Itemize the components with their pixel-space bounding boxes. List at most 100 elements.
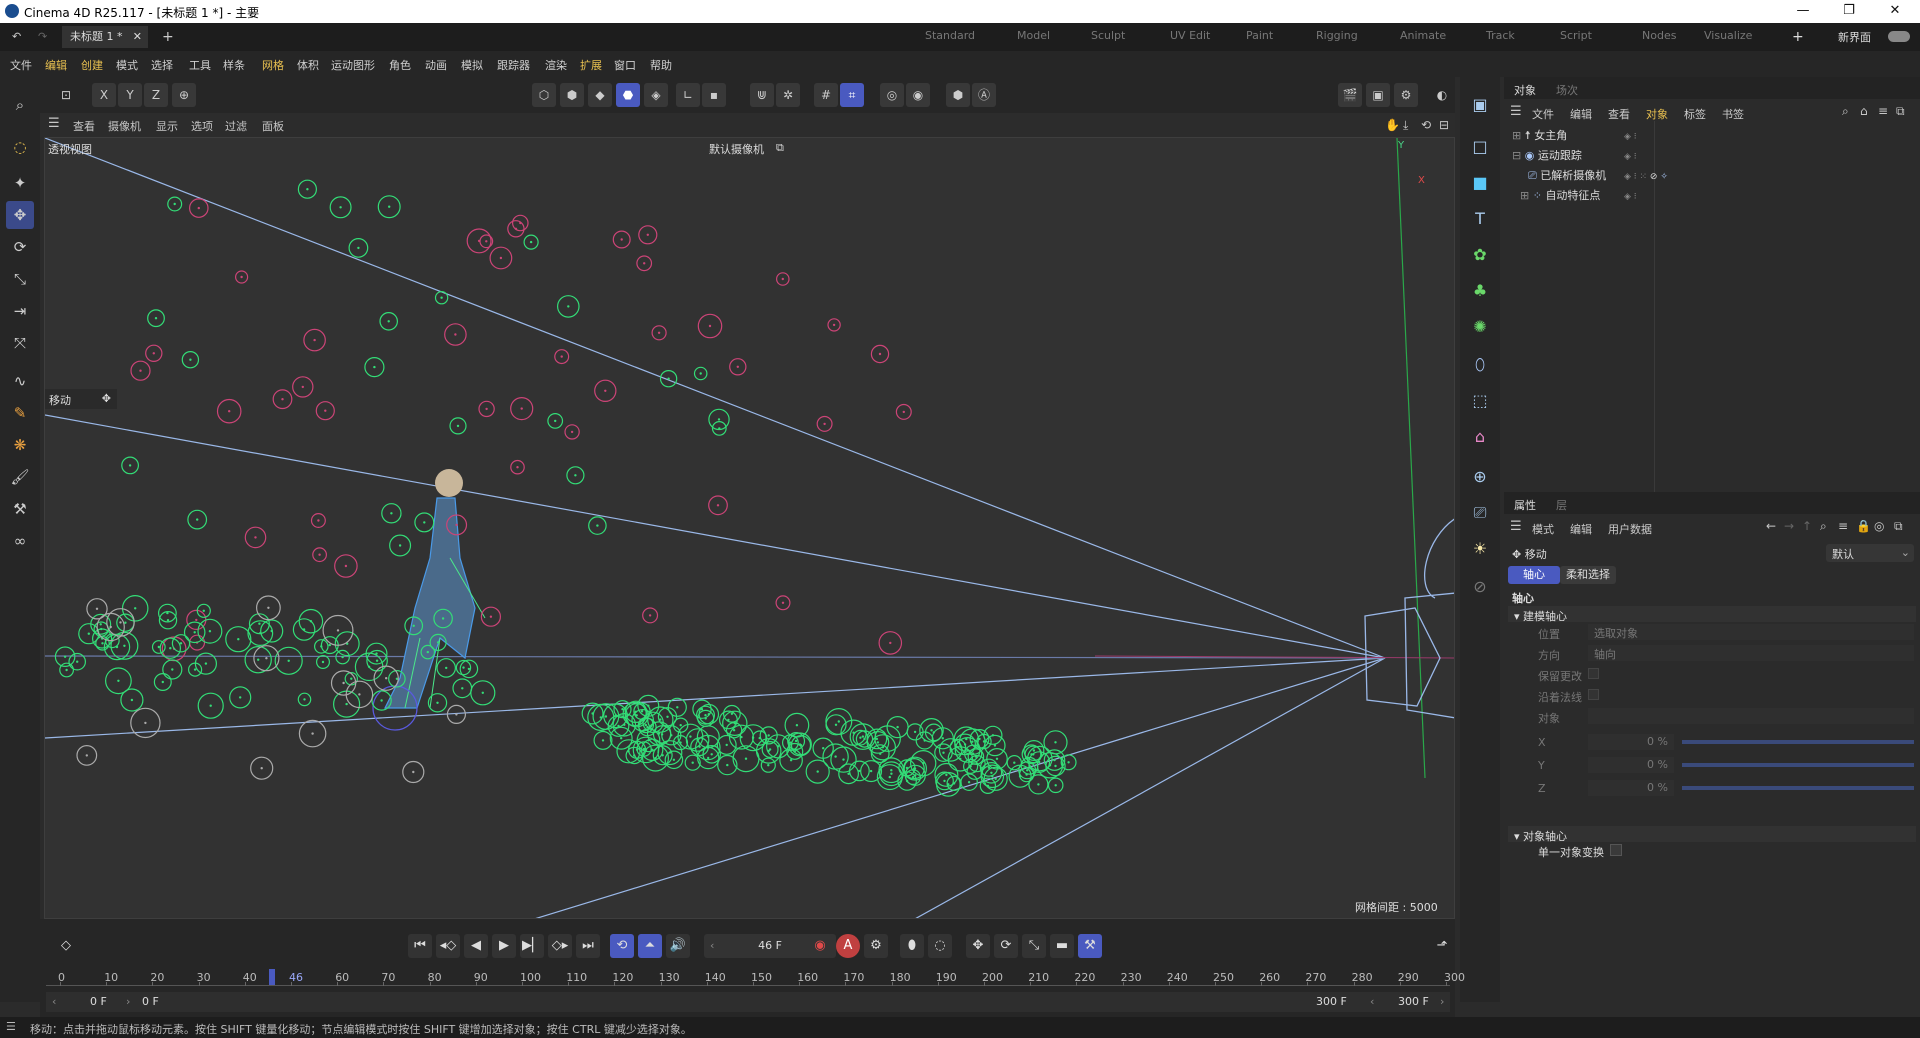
mograph-icon[interactable]: ♣	[1466, 277, 1494, 305]
tab-layers[interactable]: 层	[1556, 497, 1567, 513]
menu-item[interactable]: 动画	[425, 57, 447, 73]
field-checkbox[interactable]	[1588, 689, 1599, 700]
object-item-heroine[interactable]: ⊞ ☨ 女主角	[1512, 127, 1567, 145]
up-arrow-icon[interactable]: ↑	[1802, 519, 1812, 533]
effector-icon[interactable]: ✺	[1466, 313, 1494, 341]
maximize-view-icon[interactable]: ⊟	[1439, 118, 1449, 132]
range-bar[interactable]: ‹ 0 F › 0 F 300 F ‹ 300 F ›	[46, 992, 1450, 1012]
render-settings-icon[interactable]: Ⓐ	[972, 83, 996, 107]
object-mode-icon[interactable]: ▣	[1466, 91, 1494, 119]
live-selection-icon[interactable]: ◌	[6, 133, 34, 161]
autokey-icon[interactable]: A	[836, 934, 860, 958]
playhead[interactable]	[269, 969, 275, 985]
object-pivot-group[interactable]: ▾ 对象轴心	[1508, 826, 1916, 843]
move-tool-icon[interactable]: ✥	[6, 201, 34, 229]
loop-icon[interactable]: ⟲	[610, 934, 634, 958]
texture-mode-icon[interactable]: ◈	[644, 83, 668, 107]
select-tools-icon[interactable]: ✦	[6, 169, 34, 197]
undo-view-icon[interactable]: ⊡	[54, 83, 78, 107]
hamburger-menu-icon[interactable]: ☰	[1510, 104, 1522, 119]
home-icon[interactable]: ⌂	[1860, 104, 1868, 118]
tab-takes[interactable]: 场次	[1556, 82, 1578, 98]
snap-move-icon[interactable]: ⤧	[6, 329, 34, 357]
keyframe-icon[interactable]: ◇	[54, 934, 78, 958]
hamburger-menu-icon[interactable]: ☰	[6, 1020, 16, 1033]
lock-workplane-icon[interactable]: ◎	[880, 83, 904, 107]
hamburger-menu-icon[interactable]: ☰	[48, 116, 60, 131]
menu-item[interactable]: 扩展	[580, 57, 602, 73]
render-to-picture-viewer-icon[interactable]: ▣	[1366, 83, 1390, 107]
attr-menu-item[interactable]: 模式	[1532, 521, 1554, 537]
knife-icon[interactable]: ⚒	[6, 495, 34, 523]
transfer-icon[interactable]: ⇥	[6, 297, 34, 325]
interactive-render-icon[interactable]: ◐	[1430, 83, 1454, 107]
cube-outline-icon[interactable]: □	[1466, 133, 1494, 161]
keyframe-selection-icon[interactable]: ⬮	[900, 934, 924, 958]
camera-icon[interactable]: ⧉	[776, 141, 784, 155]
graph-view-icon[interactable]: ⬏	[1430, 934, 1454, 958]
search-icon[interactable]: ⌕	[6, 91, 34, 119]
menu-item[interactable]: 体积	[297, 57, 319, 73]
menu-item[interactable]: 运动图形	[331, 57, 375, 73]
previous-key-icon[interactable]: ◂◇	[436, 934, 460, 958]
restore-icon[interactable]: ❐	[1826, 0, 1872, 23]
menu-item[interactable]: 角色	[389, 57, 411, 73]
menu-item[interactable]: 选择	[151, 57, 173, 73]
object-item-solved-camera[interactable]: ⎚ 已解析摄像机	[1528, 167, 1606, 185]
visibility-dots[interactable]: ◈ ⁝ ◈ ⁝ ◈ ⁝ ⁙ ⊘ ✧ ◈ ⁝	[1624, 127, 1668, 207]
lock-icon[interactable]: 🔒	[1856, 519, 1871, 533]
xyz-slider[interactable]	[1682, 763, 1914, 767]
menu-item[interactable]: 渲染	[545, 57, 567, 73]
hamburger-menu-icon[interactable]: ☰	[1510, 519, 1522, 534]
field-value[interactable]	[1588, 708, 1914, 724]
coordinate-system-icon[interactable]: ⊕	[172, 83, 196, 107]
single-object-checkbox[interactable]	[1610, 844, 1622, 856]
play-icon[interactable]: ▶	[492, 934, 516, 958]
edges-mode-icon[interactable]: ⬢	[560, 83, 584, 107]
object-item-motion-tracker[interactable]: ⊟ ◉ 运动跟踪	[1512, 147, 1582, 165]
viewport-menu-item[interactable]: 摄像机	[108, 118, 141, 134]
subtab-soft-selection[interactable]: 柔和选择	[1560, 566, 1616, 584]
workspace-tab-model[interactable]: Model	[1017, 29, 1050, 42]
sound-mode-icon[interactable]: ⏶	[638, 934, 662, 958]
polygons-mode-icon[interactable]: ◆	[588, 83, 612, 107]
attr-menu-item[interactable]: 用户数据	[1608, 521, 1652, 537]
subtab-pivot[interactable]: 轴心	[1508, 566, 1560, 584]
menu-item[interactable]: 跟踪器	[497, 57, 530, 73]
brush-tools-icon[interactable]: ❋	[6, 431, 34, 459]
modeling-pivot-group[interactable]: ▾ 建模轴心	[1508, 606, 1916, 623]
edit-render-settings-icon[interactable]: ⚙	[1394, 83, 1418, 107]
viewport-menu-item[interactable]: 查看	[73, 118, 95, 134]
minimize-icon[interactable]: —	[1780, 0, 1826, 23]
spline-pen-icon[interactable]: ∿	[6, 367, 34, 395]
camera-object-icon[interactable]: ⎚	[1466, 499, 1494, 527]
workspace-tab-animate[interactable]: Animate	[1400, 29, 1446, 42]
rotate-tool-icon[interactable]: ⟳	[6, 233, 34, 261]
field-icon[interactable]: ⬚	[1466, 387, 1494, 415]
object-menu-item[interactable]: 文件	[1532, 106, 1554, 122]
xyz-value[interactable]: 0 %	[1588, 780, 1674, 796]
start-frame[interactable]: 0 F	[90, 995, 107, 1008]
grid-icon[interactable]: #	[814, 83, 838, 107]
workspace-tab-nodes[interactable]: Nodes	[1642, 29, 1676, 42]
menu-item[interactable]: 帮助	[650, 57, 672, 73]
viewport-menu-item[interactable]: 选项	[191, 118, 213, 134]
menu-item[interactable]: 样条	[223, 57, 245, 73]
next-key-icon[interactable]: ◇▸	[548, 934, 572, 958]
menu-item[interactable]: 工具	[189, 57, 211, 73]
field-value[interactable]: 选取对象	[1588, 624, 1914, 640]
menu-item[interactable]: 网格	[262, 57, 284, 73]
axis-mode-icon[interactable]: ∟	[676, 83, 700, 107]
xyz-value[interactable]: 0 %	[1588, 757, 1674, 773]
workplane-icon[interactable]: ⌗	[840, 83, 864, 107]
workspace-tab-rigging[interactable]: Rigging	[1316, 29, 1358, 42]
search-icon[interactable]: ⌕	[1820, 519, 1827, 534]
cube-icon[interactable]: ■	[1466, 169, 1494, 197]
axis-y-toggle[interactable]: Y	[118, 83, 142, 107]
points-mode-icon[interactable]: ⬡	[532, 83, 556, 107]
render-active-view-icon[interactable]: 🎬	[1338, 83, 1362, 107]
workspace-tab-visualize[interactable]: Visualize	[1704, 29, 1752, 42]
key-settings-icon[interactable]: ⚙	[864, 934, 888, 958]
cloner-icon[interactable]: ✿	[1466, 241, 1494, 269]
light-icon[interactable]: ☀	[1466, 535, 1494, 563]
